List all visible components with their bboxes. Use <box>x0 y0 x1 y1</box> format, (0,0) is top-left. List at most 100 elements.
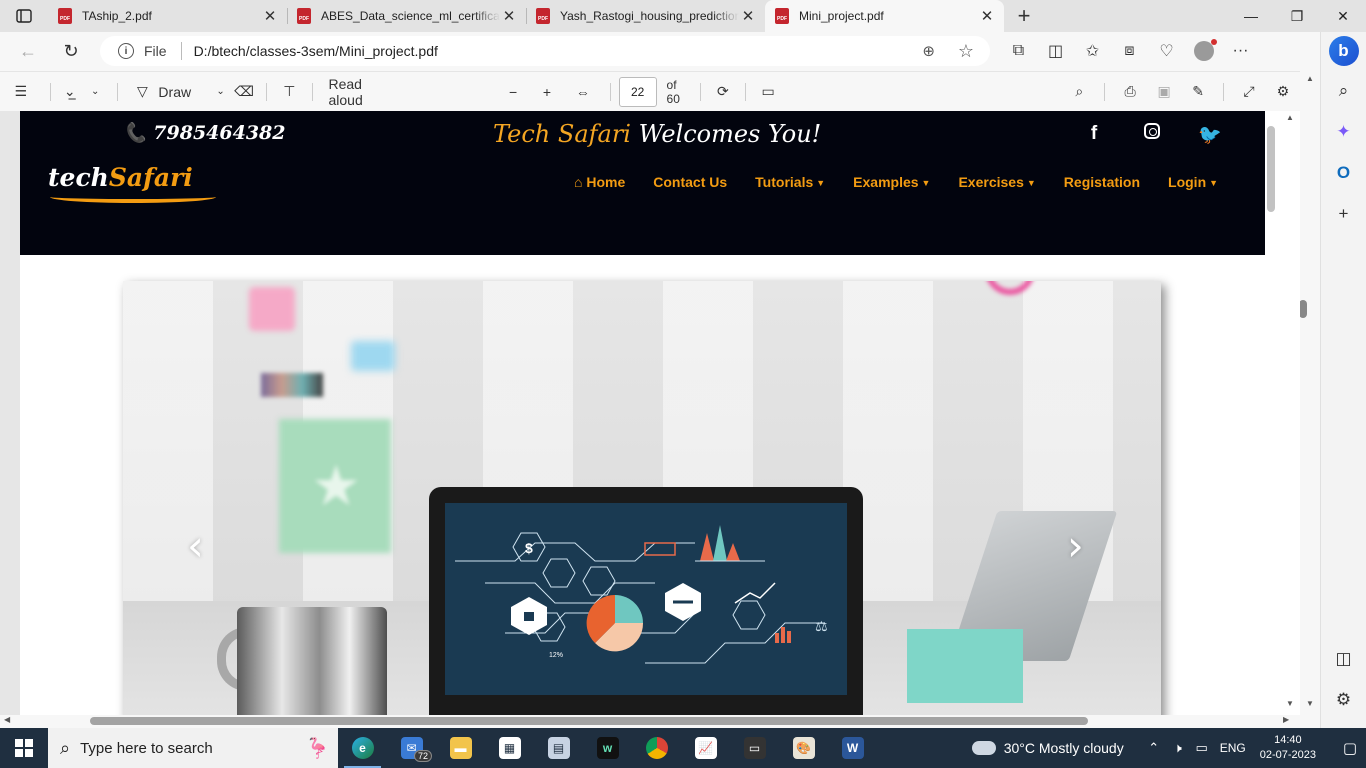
nav-examples[interactable]: Examples ▼ <box>853 174 930 190</box>
search-icon[interactable]: ⌕ <box>1321 70 1366 111</box>
collections-icon[interactable]: ⧈ <box>1111 42 1148 60</box>
taskbar-mail[interactable]: ✉ 72 <box>387 728 436 768</box>
taskbar-paint[interactable]: 🎨 <box>779 728 828 768</box>
techsafari-logo[interactable]: techSafari <box>48 163 218 205</box>
pdf-horizontal-scrollbar[interactable]: ◀ ▶ <box>0 715 1300 728</box>
page-view-icon[interactable]: ▭ <box>754 72 782 112</box>
performance-icon[interactable]: ♡ <box>1148 41 1185 61</box>
favorite-star-icon[interactable]: ☆ <box>958 41 974 62</box>
browser-tab[interactable]: PDF TAship_2.pdf ✕ <box>48 0 287 32</box>
chevron-down-icon[interactable]: ⌄ <box>211 72 230 112</box>
taskbar-search[interactable]: ⌕ Type here to search 🦩 <box>48 728 338 768</box>
profile-button[interactable] <box>1185 39 1222 61</box>
contents-icon[interactable]: ☰ <box>0 72 42 112</box>
pdf-vertical-scrollbar[interactable]: ▲ ▼ <box>1265 111 1300 715</box>
page-number-input[interactable]: 22 <box>618 76 657 107</box>
tab-close-icon[interactable]: ✕ <box>261 7 279 25</box>
eraser-icon[interactable]: ⌫ <box>230 72 258 112</box>
tab-close-icon[interactable]: ✕ <box>978 7 996 25</box>
tab-actions-button[interactable] <box>0 0 48 32</box>
fullscreen-icon[interactable]: ⤢ <box>1232 72 1266 112</box>
nav-contact-us[interactable]: Contact Us <box>653 174 727 190</box>
save-as-icon[interactable]: ✎ <box>1181 72 1215 112</box>
search-icon[interactable]: ⌕ <box>1062 72 1096 112</box>
zoom-icon[interactable]: ⊕ <box>922 42 935 60</box>
fit-width-icon[interactable]: ⇔ <box>564 72 602 112</box>
tab-close-icon[interactable]: ✕ <box>739 7 757 25</box>
add-sidebar-app-icon[interactable]: + <box>1321 193 1366 234</box>
browser-tab[interactable]: PDF Yash_Rastogi_housing_prediction ✕ <box>526 0 765 32</box>
restore-icon[interactable]: ❐ <box>1274 0 1320 32</box>
scroll-left-icon[interactable]: ◀ <box>4 715 10 724</box>
nav-registation[interactable]: Registation <box>1064 174 1140 190</box>
bing-chat-icon[interactable]: b <box>1328 36 1359 66</box>
pdf-viewport[interactable]: 📞 7985464382 Tech Safari Welcomes You! f… <box>0 111 1300 715</box>
chevron-down-icon[interactable]: ⌄ <box>81 72 109 112</box>
url-text[interactable]: D:/btech/classes-3sem/Mini_project.pdf <box>194 43 438 59</box>
taskbar-word[interactable]: W <box>828 728 877 768</box>
highlight-icon[interactable]: ⌄̲ <box>58 72 81 112</box>
nav-exercises[interactable]: Exercises ▼ <box>958 174 1035 190</box>
scroll-down-icon[interactable]: ▼ <box>1306 699 1314 708</box>
speaker-muted-icon[interactable]: 🕨 <box>1166 740 1190 756</box>
taskbar-edge[interactable]: e <box>338 728 387 768</box>
text-box-icon[interactable]: ⊤ <box>275 72 303 112</box>
zoom-in-icon[interactable]: + <box>530 72 564 112</box>
refresh-button[interactable]: ↻ <box>50 32 92 70</box>
read-aloud-button[interactable]: Read aloud <box>328 72 396 112</box>
print-icon[interactable]: ⎙ <box>1113 72 1147 112</box>
nav-tutorials[interactable]: Tutorials ▼ <box>755 174 825 190</box>
close-window-icon[interactable]: ✕ <box>1320 0 1366 32</box>
scroll-down-icon[interactable]: ▼ <box>1286 699 1294 708</box>
minimize-icon[interactable]: — <box>1228 0 1274 32</box>
info-icon[interactable]: i <box>118 43 134 59</box>
taskbar-excel-chart[interactable]: 📈 <box>681 728 730 768</box>
taskbar-file-explorer[interactable]: ▬ <box>436 728 485 768</box>
settings-gear-icon[interactable]: ⚙ <box>1266 72 1300 112</box>
scroll-thumb[interactable] <box>90 717 1088 725</box>
weather-widget[interactable]: 30°C Mostly cloudy <box>968 736 1124 756</box>
tab-close-icon[interactable]: ✕ <box>500 7 518 25</box>
taskbar-terminal[interactable]: ▭ <box>730 728 779 768</box>
sidebar-panel-icon[interactable]: ◫ <box>1321 638 1366 679</box>
zoom-out-icon[interactable]: − <box>496 72 530 112</box>
save-icon[interactable]: ▣ <box>1147 72 1181 112</box>
taskbar-remote-desktop[interactable]: ▤ <box>534 728 583 768</box>
scroll-up-icon[interactable]: ▲ <box>1306 74 1314 83</box>
notification-icon[interactable]: ▢ <box>1334 739 1366 757</box>
battery-icon[interactable]: ▭ <box>1190 740 1214 756</box>
start-button[interactable] <box>0 728 48 768</box>
clock[interactable]: 14:40 02-07-2023 <box>1260 733 1316 763</box>
split-screen-icon[interactable]: ◫ <box>1037 41 1074 61</box>
favorites-icon[interactable]: ✩ <box>1074 41 1111 61</box>
outer-scroll-thumb[interactable] <box>1299 300 1307 318</box>
language-indicator[interactable]: ENG <box>1220 741 1246 755</box>
new-tab-button[interactable]: + <box>1004 0 1044 32</box>
back-button[interactable]: ← <box>7 32 49 70</box>
scroll-right-icon[interactable]: ▶ <box>1283 715 1289 724</box>
carousel-prev-icon[interactable]: ‹ <box>187 521 204 570</box>
sidebar-settings-icon[interactable]: ⚙ <box>1321 679 1366 720</box>
extensions-icon[interactable]: ⧉ <box>1000 42 1037 60</box>
browser-tab-active[interactable]: PDF Mini_project.pdf ✕ <box>765 0 1004 32</box>
twitter-icon[interactable]: 🐦 <box>1181 123 1239 147</box>
instagram-icon[interactable] <box>1123 123 1181 147</box>
taskbar-store[interactable]: ▦ <box>485 728 534 768</box>
more-options-icon[interactable]: ··· <box>1222 42 1259 60</box>
outlook-icon[interactable]: O <box>1321 152 1366 193</box>
search-highlight-icon[interactable]: 🦩 <box>305 736 330 761</box>
taskbar-chrome[interactable] <box>632 728 681 768</box>
rotate-icon[interactable]: ⟳ <box>709 72 737 112</box>
draw-icon[interactable]: ▽ <box>126 72 158 112</box>
chevron-up-icon[interactable]: ⌃ <box>1142 740 1166 756</box>
taskbar-webex[interactable]: w <box>583 728 632 768</box>
nav-home[interactable]: ⌂ Home <box>574 174 625 190</box>
copilot-icon[interactable]: ✦ <box>1321 111 1366 152</box>
address-bar[interactable]: i File D:/btech/classes-3sem/Mini_projec… <box>100 36 990 66</box>
carousel-next-icon[interactable]: › <box>1067 521 1084 570</box>
outer-scrollbar[interactable]: ▲ ▼ <box>1300 72 1320 715</box>
facebook-icon[interactable]: f <box>1065 123 1123 147</box>
scroll-up-icon[interactable]: ▲ <box>1286 113 1294 122</box>
scroll-thumb[interactable] <box>1267 126 1275 212</box>
nav-login[interactable]: Login ▼ <box>1168 174 1218 190</box>
